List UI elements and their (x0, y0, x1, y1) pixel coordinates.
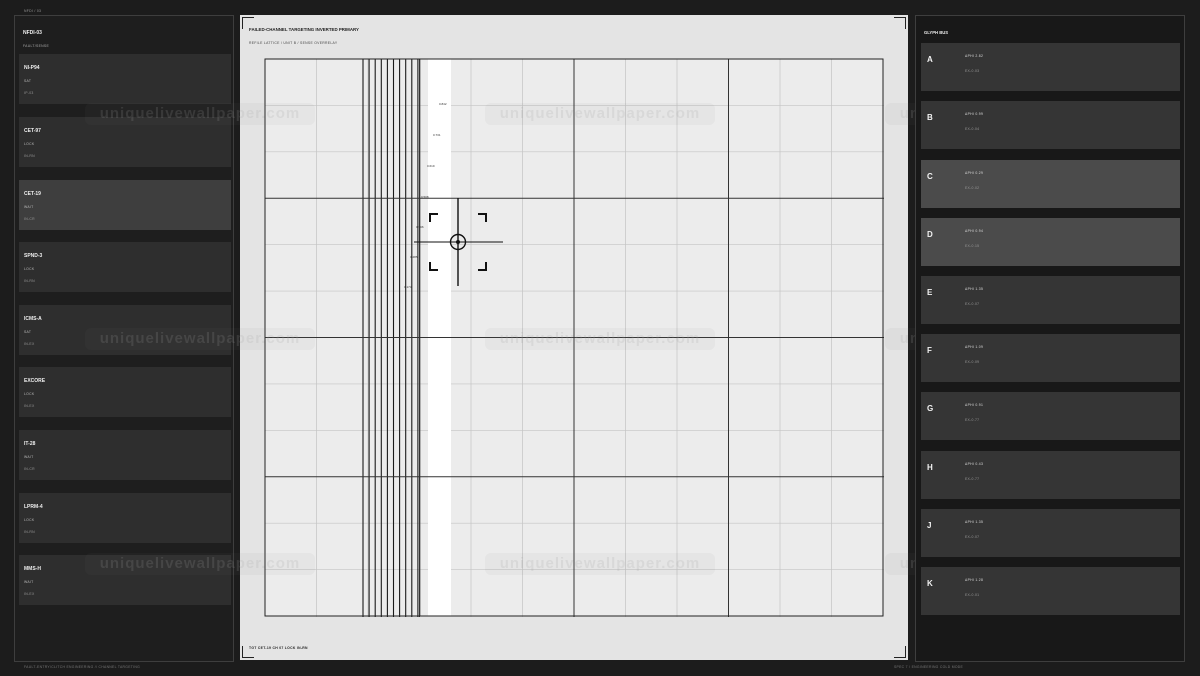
glyph-row[interactable]: E ΔPHI 1.35 EX-0.07 (921, 276, 1180, 324)
tick-label: 0.842 (439, 102, 447, 106)
frame-corner-top-right (894, 17, 906, 29)
glyph-letter: B (927, 113, 933, 122)
channel-item[interactable]: NI-P94 SAT IP-03 (19, 54, 231, 104)
glyph-value: ΔPHI 0.94 (965, 229, 984, 233)
glyph-row[interactable]: A ΔPHI 2.82 EX-0.03 (921, 43, 1180, 91)
watermark: uniquelivewallpaper.com (85, 553, 315, 575)
channel-item-selected[interactable]: CET-19 WAIT IN-CR (19, 180, 231, 230)
glyph-value: ΔPHI 0.43 (965, 462, 984, 466)
channel-state: WAIT (24, 455, 34, 459)
channel-code: IN-RN (24, 154, 35, 158)
glyph-letter: C (927, 172, 933, 181)
channel-name: CET-97 (24, 128, 41, 134)
channel-item[interactable]: EXCORE LOCK IN-EX (19, 367, 231, 417)
watermark: uniquelivewallpaper.com (485, 328, 715, 350)
channel-state: SAT (24, 330, 32, 334)
channel-name: NI-P94 (24, 65, 40, 71)
channel-item[interactable]: SPND-3 LOCK IN-RN (19, 242, 231, 292)
glyph-row[interactable]: H ΔPHI 0.43 EX-0.77 (921, 451, 1180, 499)
channel-state: LOCK (24, 518, 35, 522)
glyph-row[interactable]: G ΔPHI 0.91 EX-0.77 (921, 392, 1180, 440)
channel-state: LOCK (24, 142, 35, 146)
top-tag: NFDI / 03 (24, 9, 42, 13)
glyph-value: ΔPHI 1.35 (965, 287, 984, 291)
glyph-code: EX-0.09 (965, 360, 980, 364)
glyph-code: EX-0.03 (965, 69, 980, 73)
tick-label: 0.174 (404, 285, 412, 289)
channel-name: IT-28 (24, 441, 36, 447)
glyph-row[interactable]: K ΔPHI 1.28 EX-0.01 (921, 567, 1180, 615)
glyph-value: ΔPHI 1.35 (965, 520, 984, 524)
tick-label: 0.508 (421, 195, 429, 199)
glyph-letter: J (927, 521, 932, 530)
glyph-code: EX-0.77 (965, 418, 980, 422)
footer-right: SPEC 7 / ENGINEERING COLD MODE (894, 665, 964, 669)
channel-code: IN-RN (24, 530, 35, 534)
frame-corner-bottom-right (894, 646, 906, 658)
target-status-footer: TGT CET-19 CH 07 LOCK IN-RN (249, 646, 308, 650)
glyph-code: EX-0.77 (965, 477, 980, 481)
watermark: uniquelivewallpaper.com (485, 553, 715, 575)
glyph-value: ΔPHI 0.99 (965, 112, 984, 116)
glyph-letter: H (927, 463, 933, 472)
glyph-letter: D (927, 230, 933, 239)
glyph-bus-title: GLYPH BUS (924, 30, 949, 35)
glyph-letter: A (927, 55, 933, 64)
channel-code: IN-EX (24, 592, 35, 596)
channel-code: IN-EX (24, 342, 35, 346)
channel-name: SPND-3 (24, 253, 43, 259)
channel-name: ICMS-A (24, 316, 42, 322)
channel-state: LOCK (24, 267, 35, 271)
watermark: uniquelivewallpaper.com (485, 103, 715, 125)
channel-state: WAIT (24, 580, 34, 584)
watermark: uniquelivewallpaper.com (85, 103, 315, 125)
glyph-letter: E (927, 288, 933, 297)
channel-name: MMS-H (24, 566, 41, 572)
channel-state: SAT (24, 79, 32, 83)
channel-item[interactable]: IT-28 WAIT IN-CR (19, 430, 231, 480)
glyph-code: EX-0.01 (965, 593, 980, 597)
glyph-letter: K (927, 579, 933, 588)
glyph-row[interactable]: F ΔPHI 1.09 EX-0.09 (921, 334, 1180, 382)
glyph-value: ΔPHI 0.91 (965, 403, 984, 407)
channel-code: IN-EX (24, 404, 35, 408)
watermark: uniquelivewallpaper.com (85, 328, 315, 350)
targeting-subtitle: REFILE LATTICE / UNIT B / SENSE OVERRELA… (249, 41, 338, 45)
tick-label: 0.619 (427, 164, 435, 168)
channel-name: CET-19 (24, 191, 41, 197)
tick-label: 0.731 (433, 133, 441, 137)
glyph-code: EX-0.07 (965, 535, 980, 539)
glyph-value: ΔPHI 1.09 (965, 345, 984, 349)
glyph-bus-panel: GLYPH BUS A ΔPHI 2.82 EX-0.03 B ΔPHI 0.9… (915, 15, 1185, 662)
footer-left: FAULT-ENTRY/CLITCH ENGINEERING // CHANNE… (24, 665, 141, 669)
glyph-row[interactable]: B ΔPHI 0.99 EX-0.04 (921, 101, 1180, 149)
channel-state: LOCK (24, 392, 35, 396)
tick-label: 0.396 (416, 225, 424, 229)
glyph-code: EX-0.15 (965, 244, 980, 248)
targeting-title: FAILED-CHANNEL TARGETING INVERTED PRIMAR… (249, 27, 359, 32)
channel-state: WAIT (24, 205, 34, 209)
channel-name: EXCORE (24, 378, 46, 384)
glyph-code: EX-0.04 (965, 127, 980, 131)
channel-code: IN-RN (24, 279, 35, 283)
channel-code: IN-CR (24, 467, 35, 471)
channel-panel-subtitle: FAULT/SENSE (23, 44, 50, 48)
glyph-letter: F (927, 346, 932, 355)
glyph-letter: G (927, 404, 934, 413)
channel-panel-title: NFDI-03 (23, 30, 42, 36)
glyph-value: ΔPHI 0.29 (965, 171, 984, 175)
glyph-value: ΔPHI 1.28 (965, 578, 984, 582)
tick-label: 0.285 (410, 255, 418, 259)
glyph-code: EX-0.02 (965, 186, 980, 190)
channel-code: IN-CR (24, 217, 35, 221)
glyph-row[interactable]: J ΔPHI 1.35 EX-0.07 (921, 509, 1180, 557)
glyph-row-highlighted[interactable]: D ΔPHI 0.94 EX-0.15 (921, 218, 1180, 266)
channel-code: IP-03 (24, 91, 34, 95)
channel-name: LPRM-4 (24, 504, 43, 510)
glyph-code: EX-0.07 (965, 302, 980, 306)
glyph-row-highlighted[interactable]: C ΔPHI 0.29 EX-0.02 (921, 160, 1180, 208)
channel-item[interactable]: LPRM-4 LOCK IN-RN (19, 493, 231, 543)
glyph-value: ΔPHI 2.82 (965, 54, 984, 58)
